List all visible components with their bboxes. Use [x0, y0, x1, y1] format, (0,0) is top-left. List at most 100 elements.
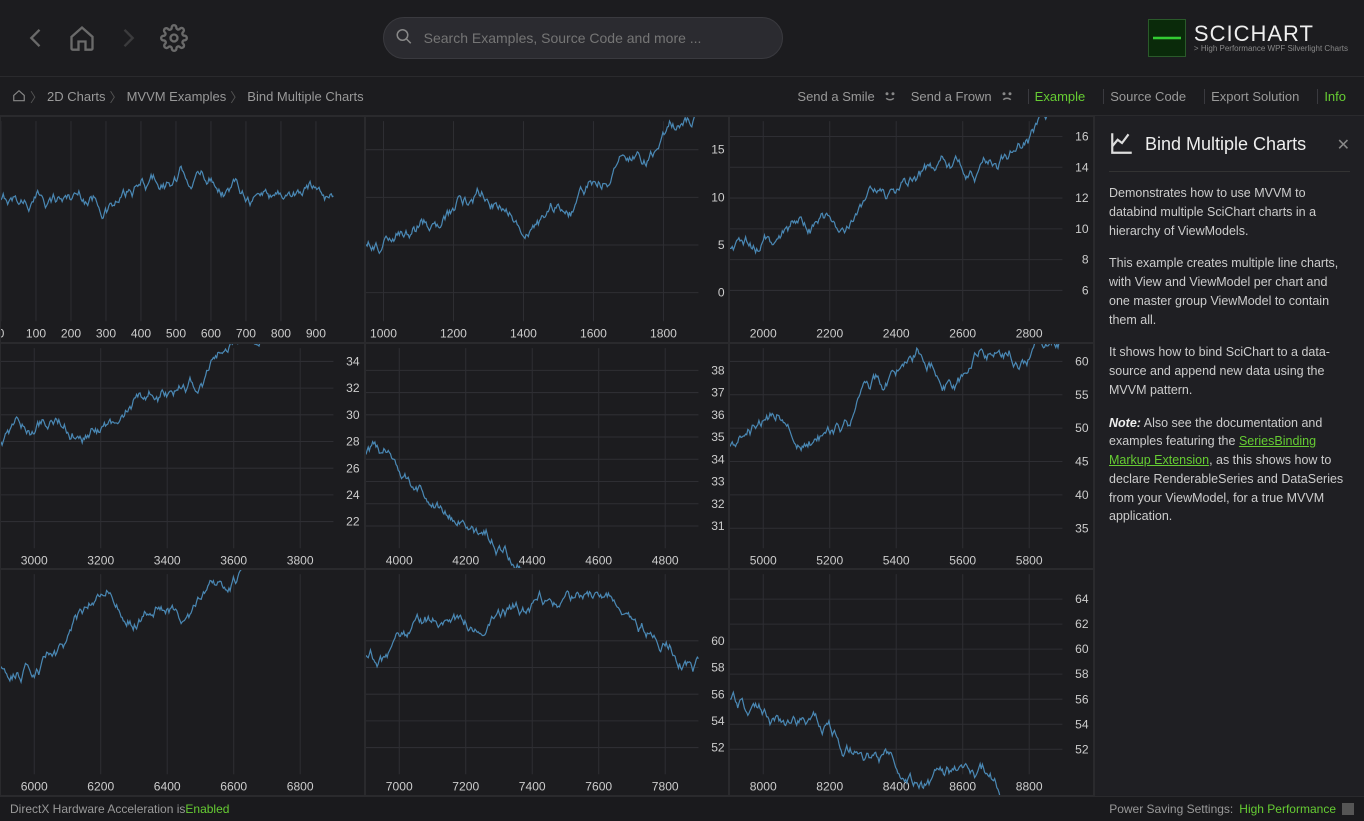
svg-text:34: 34: [346, 354, 360, 368]
search-icon: [395, 28, 413, 49]
breadcrumb-home[interactable]: [12, 89, 26, 103]
chart-2[interactable]: 200022002400260028006810121416: [729, 116, 1094, 343]
settings-button[interactable]: [154, 18, 194, 58]
svg-text:1400: 1400: [510, 326, 537, 340]
svg-text:1000: 1000: [370, 326, 397, 340]
svg-text:64: 64: [1076, 592, 1090, 606]
svg-text:22: 22: [346, 514, 360, 528]
svg-text:35: 35: [711, 430, 725, 444]
chart-7[interactable]: 700072007400760078005254565860: [365, 569, 730, 796]
svg-text:24: 24: [346, 488, 360, 502]
svg-text:35: 35: [1076, 521, 1090, 535]
svg-text:40: 40: [1076, 488, 1090, 502]
chart-grid: 0100200300400500600700800900100012001400…: [0, 116, 1094, 796]
svg-text:2800: 2800: [1016, 326, 1043, 340]
svg-text:3000: 3000: [21, 553, 48, 567]
svg-text:6: 6: [1082, 283, 1089, 297]
svg-text:10: 10: [1076, 222, 1090, 236]
breadcrumb-item-2[interactable]: Bind Multiple Charts: [247, 89, 363, 104]
svg-text:6200: 6200: [87, 780, 114, 794]
status-bar: DirectX Hardware Acceleration is Enabled…: [0, 796, 1364, 821]
chart-3[interactable]: 3000320034003600380022242628303234: [0, 343, 365, 570]
svg-text:2000: 2000: [750, 326, 777, 340]
svg-text:700: 700: [236, 326, 256, 340]
svg-text:1200: 1200: [440, 326, 467, 340]
svg-text:54: 54: [711, 714, 725, 728]
search-container: [383, 17, 783, 59]
svg-text:52: 52: [1076, 743, 1090, 757]
svg-text:56: 56: [1076, 693, 1090, 707]
svg-text:14: 14: [1076, 160, 1090, 174]
home-button[interactable]: [62, 18, 102, 58]
power-settings-button[interactable]: [1342, 803, 1354, 815]
svg-text:33: 33: [711, 474, 725, 488]
tab-source-code[interactable]: Source Code: [1103, 89, 1192, 104]
svg-text:60: 60: [1076, 354, 1090, 368]
send-smile-label: Send a Smile: [797, 89, 874, 104]
svg-text:6000: 6000: [21, 780, 48, 794]
svg-text:7200: 7200: [452, 780, 479, 794]
search-input[interactable]: [383, 17, 783, 59]
svg-text:5: 5: [718, 238, 725, 252]
svg-text:5000: 5000: [750, 553, 777, 567]
svg-text:200: 200: [61, 326, 81, 340]
back-button[interactable]: [16, 18, 56, 58]
svg-text:6400: 6400: [154, 780, 181, 794]
main-toolbar: SCICHART > High Performance WPF Silverli…: [0, 0, 1364, 76]
svg-text:58: 58: [711, 661, 725, 675]
svg-text:5800: 5800: [1016, 553, 1043, 567]
svg-text:30: 30: [346, 407, 360, 421]
svg-text:7600: 7600: [585, 780, 612, 794]
send-frown-button[interactable]: Send a Frown: [911, 87, 1016, 105]
chart-icon: [1109, 130, 1135, 159]
close-button[interactable]: ✕: [1337, 135, 1350, 155]
svg-text:45: 45: [1076, 454, 1090, 468]
svg-text:60: 60: [711, 634, 725, 648]
breadcrumb-item-1[interactable]: MVVM Examples: [127, 89, 227, 104]
tab-example[interactable]: Example: [1028, 89, 1092, 104]
svg-text:37: 37: [711, 385, 725, 399]
svg-text:62: 62: [1076, 617, 1090, 631]
main-content: 0100200300400500600700800900100012001400…: [0, 116, 1364, 796]
info-panel: Bind Multiple Charts ✕ Demonstrates how …: [1094, 116, 1364, 796]
frown-icon: [998, 87, 1016, 105]
svg-text:500: 500: [166, 326, 186, 340]
svg-text:600: 600: [201, 326, 221, 340]
tab-export-solution[interactable]: Export Solution: [1204, 89, 1305, 104]
svg-text:4400: 4400: [518, 553, 545, 567]
chart-0[interactable]: 0100200300400500600700800900: [0, 116, 365, 343]
svg-text:2600: 2600: [950, 326, 977, 340]
svg-text:7000: 7000: [385, 780, 412, 794]
breadcrumb-item-0[interactable]: 2D Charts: [47, 89, 106, 104]
svg-text:5200: 5200: [817, 553, 844, 567]
info-body: Demonstrates how to use MVVM to databind…: [1109, 184, 1350, 526]
chart-5[interactable]: 50005200540056005800354045505560: [729, 343, 1094, 570]
svg-text:100: 100: [26, 326, 46, 340]
svg-text:800: 800: [271, 326, 291, 340]
svg-text:6800: 6800: [287, 780, 314, 794]
forward-button[interactable]: [108, 18, 148, 58]
svg-text:0: 0: [1, 326, 5, 340]
svg-text:4200: 4200: [452, 553, 479, 567]
svg-text:55: 55: [1076, 387, 1090, 401]
svg-text:2400: 2400: [883, 326, 910, 340]
tab-info[interactable]: Info: [1317, 89, 1352, 104]
svg-text:8600: 8600: [950, 780, 977, 794]
send-smile-button[interactable]: Send a Smile: [797, 87, 898, 105]
svg-text:3800: 3800: [287, 553, 314, 567]
svg-text:1800: 1800: [650, 326, 677, 340]
chart-6[interactable]: 60006200640066006800: [0, 569, 365, 796]
chart-1[interactable]: 10001200140016001800051015: [365, 116, 730, 343]
logo-icon: [1148, 19, 1186, 57]
svg-text:52: 52: [711, 741, 725, 755]
svg-text:400: 400: [131, 326, 151, 340]
svg-text:32: 32: [711, 496, 725, 510]
svg-text:8000: 8000: [750, 780, 777, 794]
accel-label: DirectX Hardware Acceleration is: [10, 802, 185, 816]
logo-tagline: > High Performance WPF Silverlight Chart…: [1194, 45, 1348, 53]
info-p1: Demonstrates how to use MVVM to databind…: [1109, 184, 1350, 240]
svg-text:58: 58: [1076, 668, 1090, 682]
svg-text:28: 28: [346, 434, 360, 448]
chart-4[interactable]: 400042004400460048003132333435363738: [365, 343, 730, 570]
chart-8[interactable]: 8000820084008600880052545658606264: [729, 569, 1094, 796]
